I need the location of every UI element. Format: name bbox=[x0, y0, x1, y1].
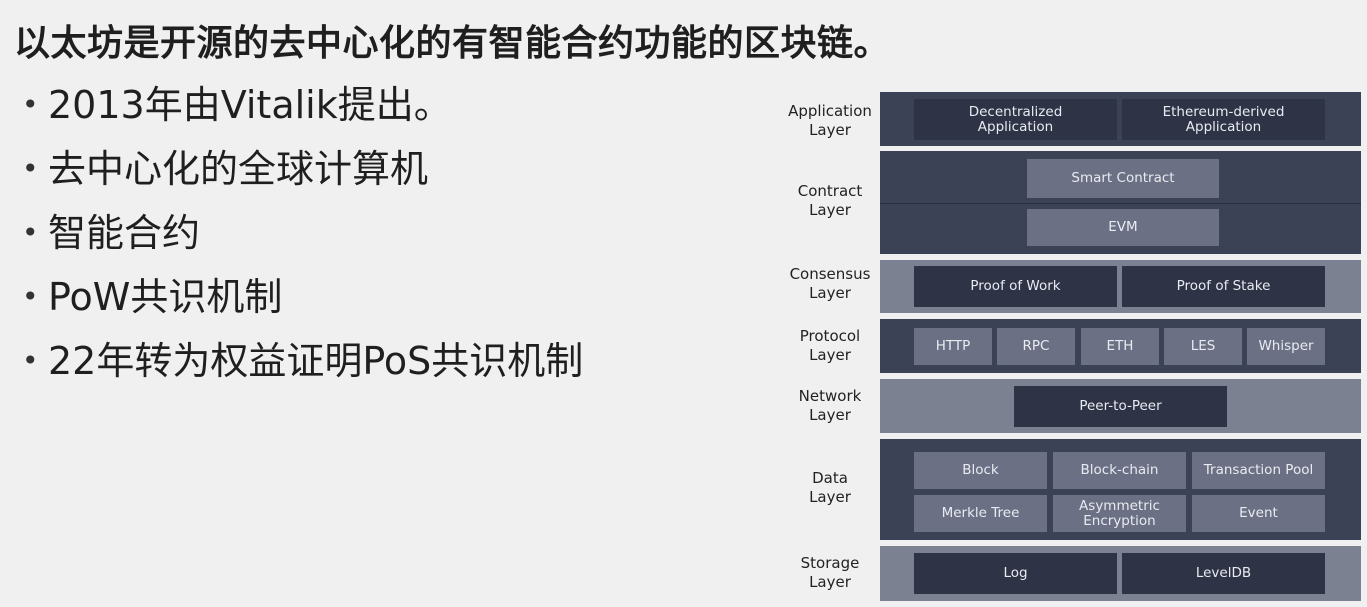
box-event: Event bbox=[1192, 495, 1325, 532]
box-block-chain: Block-chain bbox=[1053, 452, 1186, 489]
layer-label-protocol: Protocol Layer bbox=[799, 327, 861, 364]
box-eth: ETH bbox=[1081, 328, 1159, 365]
box-ethereum-derived-application: Ethereum-derived Application bbox=[1122, 99, 1325, 140]
bullet-list: • 2013年由Vitalik提出。 • 去中心化的全球计算机 • 智能合约 • PoW… bbox=[22, 78, 583, 398]
box-les: LES bbox=[1164, 328, 1242, 365]
box-proof-of-stake: Proof of Stake bbox=[1122, 266, 1325, 307]
box-evm: EVM bbox=[1027, 209, 1219, 246]
bullet-item: • 智能合约 bbox=[22, 206, 583, 270]
box-transaction-pool: Transaction Pool bbox=[1192, 452, 1325, 489]
box-smart-contract: Smart Contract bbox=[1027, 159, 1219, 198]
box-asymmetric-encryption: Asymmetric Encryption bbox=[1053, 495, 1186, 532]
bullet-dot-icon: • bbox=[22, 280, 39, 313]
bullet-dot-icon: • bbox=[22, 152, 39, 185]
bullet-dot-icon: • bbox=[22, 344, 39, 377]
box-rpc: RPC bbox=[997, 328, 1075, 365]
bullet-item: • 22年转为权益证明PoS共识机制 bbox=[22, 334, 583, 398]
layer-label-consensus: Consensus Layer bbox=[789, 265, 871, 302]
layer-label-application: Application Layer bbox=[788, 102, 872, 139]
bullet-item: • 去中心化的全球计算机 bbox=[22, 142, 583, 206]
box-decentralized-application: Decentralized Application bbox=[914, 99, 1117, 140]
bullet-dot-icon: • bbox=[22, 216, 39, 249]
bullet-dot-icon: • bbox=[22, 88, 39, 121]
box-peer-to-peer: Peer-to-Peer bbox=[1014, 386, 1227, 427]
box-leveldb: LevelDB bbox=[1122, 553, 1325, 594]
layer-label-network: Network Layer bbox=[798, 387, 862, 424]
box-whisper: Whisper bbox=[1247, 328, 1325, 365]
box-http: HTTP bbox=[914, 328, 992, 365]
layer-label-storage: Storage Layer bbox=[800, 554, 860, 591]
box-block: Block bbox=[914, 452, 1047, 489]
bullet-item: • PoW共识机制 bbox=[22, 270, 583, 334]
box-log: Log bbox=[914, 553, 1117, 594]
layer-label-data: Data Layer bbox=[809, 469, 851, 506]
layer-label-contract: Contract Layer bbox=[797, 182, 863, 219]
box-proof-of-work: Proof of Work bbox=[914, 266, 1117, 307]
box-merkle-tree: Merkle Tree bbox=[914, 495, 1047, 532]
bullet-item: • 2013年由Vitalik提出。 bbox=[22, 78, 583, 142]
contract-divider bbox=[880, 203, 1361, 204]
slide-title: 以太坊是开源的去中心化的有智能合约功能的区块链。 bbox=[14, 23, 891, 64]
